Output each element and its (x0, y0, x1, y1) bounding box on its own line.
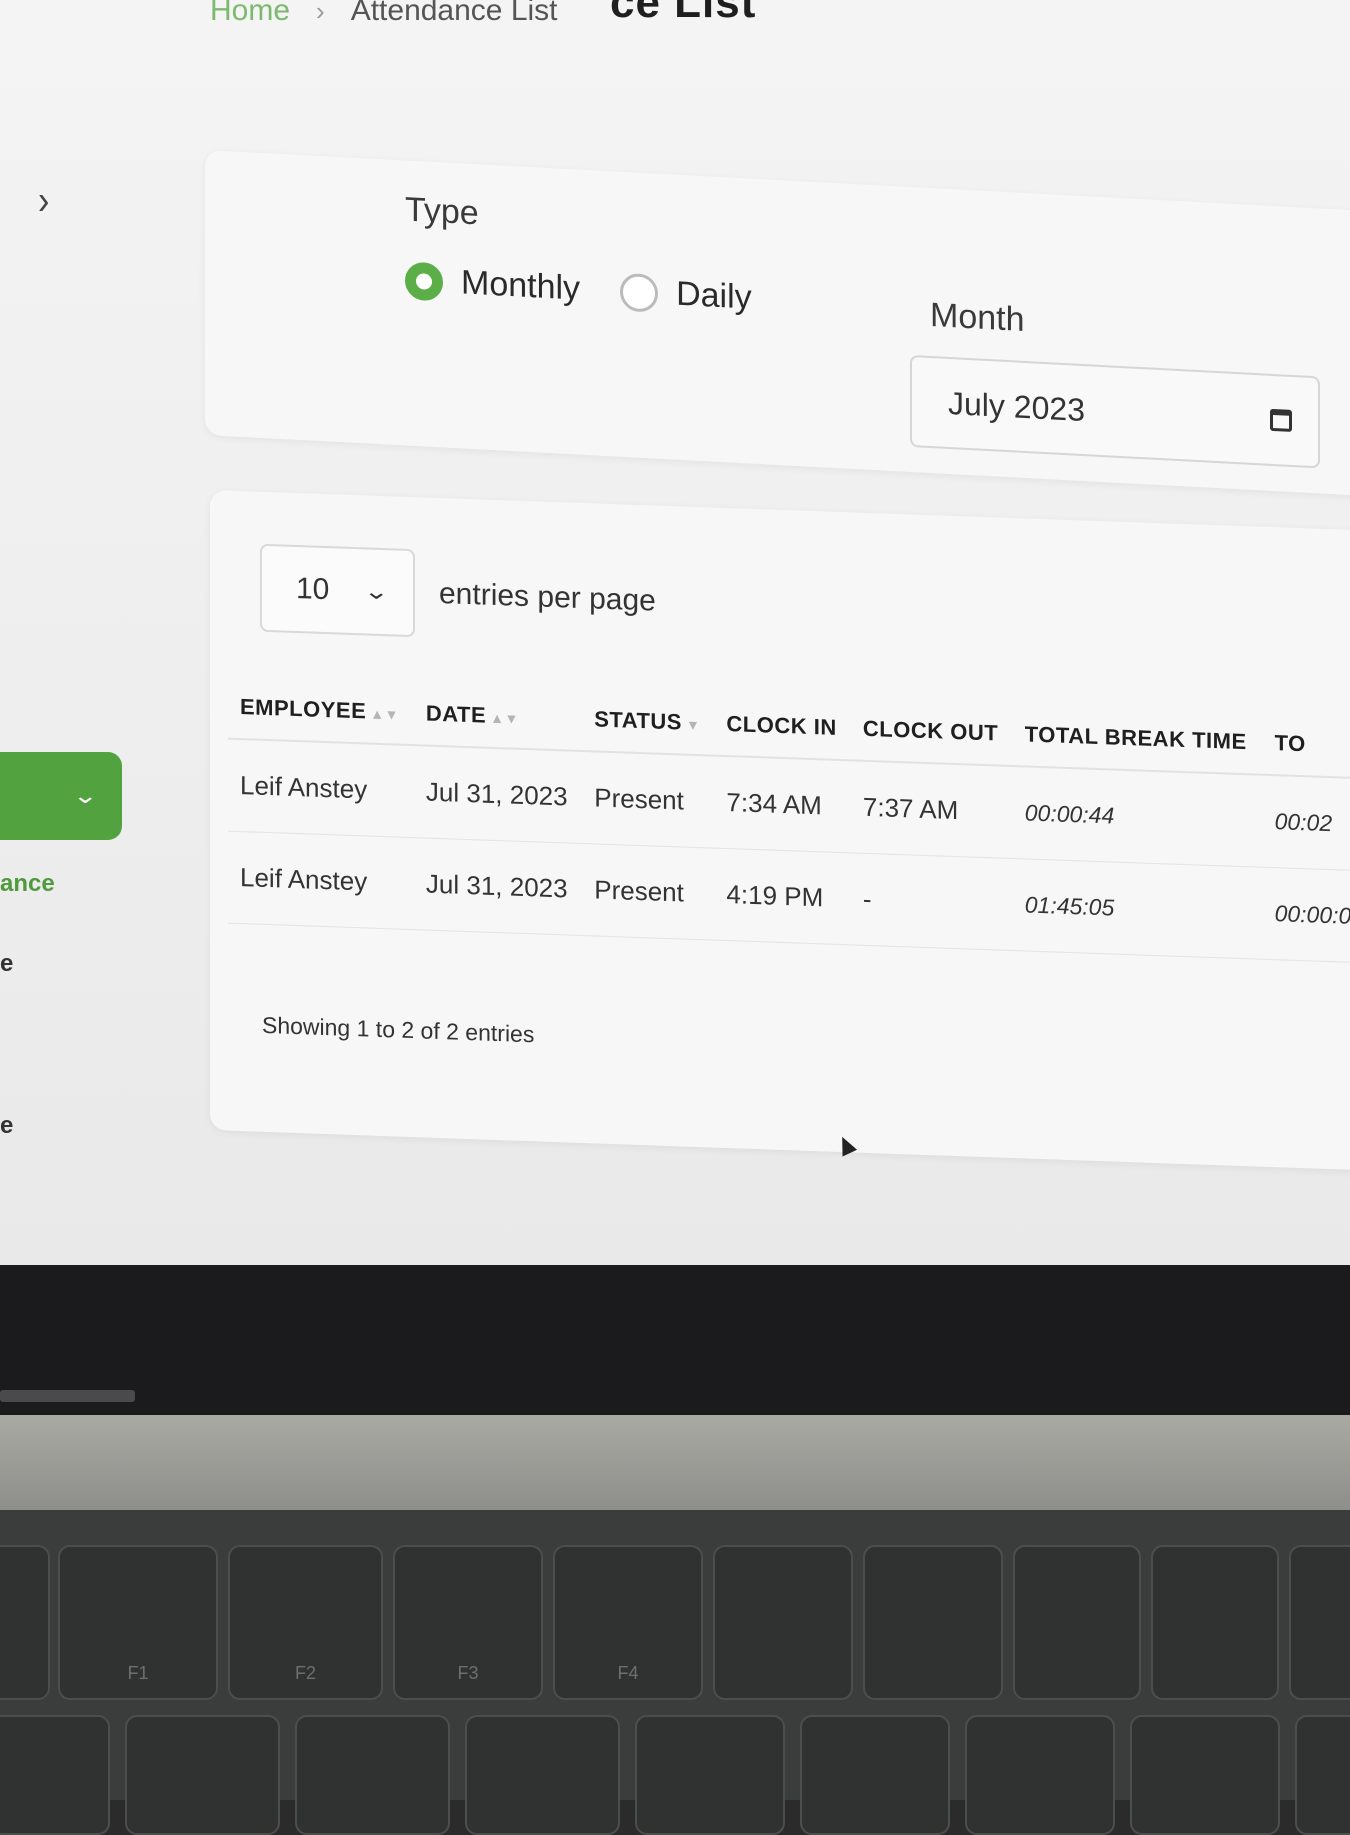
chevron-down-icon: ⌄ (71, 783, 98, 808)
key-f9 (1289, 1545, 1350, 1700)
sidebar-item-attendance[interactable]: ance (0, 870, 55, 898)
key-f4: F4 (553, 1545, 703, 1700)
key (0, 1715, 110, 1835)
column-header-clock-in[interactable]: CLOCK IN (714, 692, 851, 761)
column-header-status[interactable]: STATUS ▼ (582, 687, 715, 756)
cell-clock-out: - (850, 852, 1013, 951)
calendar-icon[interactable] (1270, 408, 1292, 432)
key-f3: F3 (393, 1545, 543, 1700)
sort-icon[interactable]: ▲▼ (490, 710, 519, 727)
cell-employee: Leif Anstey (228, 738, 414, 838)
key-f8 (1151, 1545, 1279, 1700)
radio-daily-label[interactable]: Daily (676, 275, 752, 318)
cell-clock-out: 7:37 AM (850, 760, 1013, 859)
cell-clock-in: 4:19 PM (714, 848, 851, 945)
laptop-deck (0, 1415, 1350, 1510)
key-f1: F1 (58, 1545, 218, 1700)
radio-monthly[interactable] (405, 260, 443, 301)
cell-date: Jul 31, 2023 (413, 745, 583, 844)
cell-total: 00:02 (1262, 774, 1350, 872)
chevron-right-icon: › (316, 0, 325, 26)
screen: ce List Home › Attendance List › ⌄ ance … (0, 0, 1350, 1265)
entries-per-page-control: 10 ⌄ entries per page (260, 543, 656, 646)
key-f6 (863, 1545, 1003, 1700)
laptop-bezel (0, 1265, 1350, 1415)
breadcrumb-current: Attendance List (350, 0, 558, 27)
type-label: Type (405, 190, 479, 233)
month-picker-input[interactable]: July 2023 (910, 354, 1320, 469)
page-size-value: 10 (296, 572, 330, 607)
key (1130, 1715, 1280, 1835)
cell-total: 00:00:00 (1262, 867, 1350, 964)
cell-status: Present (582, 843, 715, 941)
attendance-table: EMPLOYEE ▲▼ DATE ▲▼ STATUS ▼ CLOCK IN CLOCK… (228, 675, 1350, 964)
bezel-highlight (0, 1390, 135, 1402)
attendance-table-card: 10 ⌄ entries per page EMPLOYEE ▲▼ DATE ▲▼ … (210, 490, 1350, 1171)
cell-employee: Leif Anstey (228, 831, 414, 930)
radio-daily[interactable] (620, 272, 659, 313)
month-label: Month (930, 295, 1025, 339)
month-value: July 2023 (948, 384, 1085, 428)
breadcrumb-home-link[interactable]: Home (210, 0, 290, 28)
cell-total-break-time: 00:00:44 (1012, 766, 1263, 868)
sidebar-expand-icon[interactable]: › (38, 178, 49, 225)
key (635, 1715, 785, 1835)
column-header-clock-out[interactable]: CLOCK OUT (850, 697, 1013, 767)
key-f2: F2 (228, 1545, 383, 1700)
column-header-total-break-time[interactable]: TOTAL BREAK TIME (1012, 703, 1263, 775)
chevron-down-icon: ⌄ (362, 578, 389, 605)
filter-card: Type Monthly Daily Month July 2023 (205, 150, 1350, 496)
key-esc (0, 1545, 50, 1700)
key (295, 1715, 450, 1835)
cell-total-break-time: 01:45:05 (1012, 858, 1263, 960)
key (125, 1715, 280, 1835)
sort-icon[interactable]: ▲▼ (370, 706, 399, 723)
keyboard: F1 F2 F3 F4 (0, 1510, 1350, 1835)
key (1295, 1715, 1350, 1835)
key (465, 1715, 620, 1835)
key (965, 1715, 1115, 1835)
breadcrumb: Home › Attendance List (210, 0, 558, 28)
sidebar-active-item[interactable]: ⌄ (0, 752, 122, 840)
page-size-select[interactable]: 10 ⌄ (260, 543, 415, 638)
cell-date: Jul 31, 2023 (413, 837, 583, 936)
sidebar-item-fragment[interactable]: e (0, 950, 13, 978)
type-radio-group: Monthly Daily (405, 260, 752, 317)
cell-clock-in: 7:34 AM (714, 755, 851, 853)
column-header-date[interactable]: DATE ▲▼ (413, 682, 583, 751)
sort-icon[interactable]: ▼ (686, 717, 700, 734)
key (800, 1715, 950, 1835)
radio-monthly-label[interactable]: Monthly (461, 263, 580, 308)
entries-per-page-label: entries per page (439, 576, 656, 618)
column-header-total[interactable]: TO (1262, 711, 1350, 779)
column-header-employee[interactable]: EMPLOYEE ▲▼ (228, 675, 414, 746)
page-title: ce List (610, 0, 757, 27)
key-f7 (1013, 1545, 1141, 1700)
table-info-text: Showing 1 to 2 of 2 entries (262, 1011, 535, 1048)
cell-status: Present (582, 750, 715, 849)
key-f5 (713, 1545, 853, 1700)
sidebar-item-fragment[interactable]: e (0, 1112, 13, 1140)
